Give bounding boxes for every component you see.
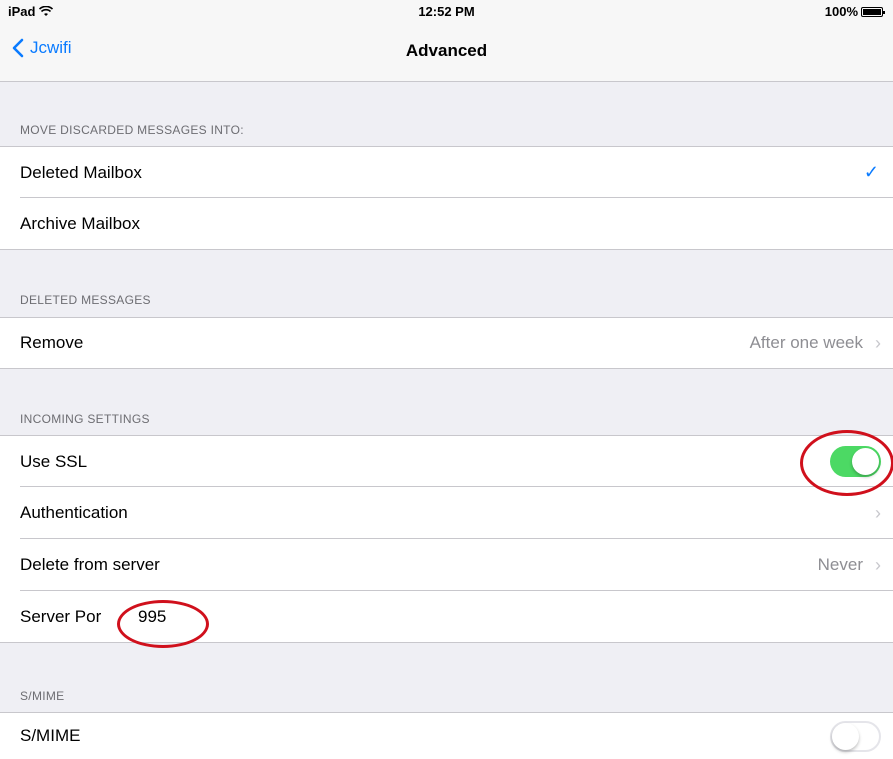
authentication-value-group: › xyxy=(875,503,881,524)
use-ssl-label: Use SSL xyxy=(20,451,88,471)
remove-value-group: After one week › xyxy=(750,333,881,354)
row-authentication[interactable]: Authentication › xyxy=(0,487,893,539)
toggle-knob xyxy=(832,722,859,750)
status-bar: iPad 12:52 PM 100% xyxy=(0,0,893,24)
row-use-ssl: Use SSL xyxy=(0,435,893,487)
server-port-label: Server Por xyxy=(20,606,102,626)
battery-icon xyxy=(861,6,885,17)
status-right: 100% xyxy=(824,4,885,19)
section-header-incoming: INCOMING SETTINGS xyxy=(20,412,150,426)
section-header-discarded: MOVE DISCARDED MESSAGES INTO: xyxy=(20,123,244,137)
delete-from-server-label: Delete from server xyxy=(20,555,160,574)
battery-percent: 100% xyxy=(824,4,858,19)
authentication-label: Authentication xyxy=(20,503,128,522)
smime-toggle[interactable] xyxy=(830,720,881,752)
server-port-input[interactable]: 995 xyxy=(138,607,166,627)
remove-label: Remove xyxy=(20,333,84,352)
checkmark-icon: ✓ xyxy=(863,162,879,182)
option-label: Archive Mailbox xyxy=(20,213,140,233)
remove-value: After one week xyxy=(749,333,863,352)
row-delete-from-server[interactable]: Delete from server Never › xyxy=(0,539,893,591)
row-smime: S/MIME xyxy=(0,712,893,759)
status-time: 12:52 PM xyxy=(418,4,475,19)
delete-from-server-value: Never xyxy=(817,555,863,574)
page-title: Advanced xyxy=(405,41,488,60)
option-deleted-mailbox[interactable]: Deleted Mailbox ✓ xyxy=(0,146,893,198)
chevron-right-icon: › xyxy=(875,554,881,575)
chevron-right-icon: › xyxy=(875,332,881,353)
toggle-knob xyxy=(852,448,879,475)
option-label: Deleted Mailbox xyxy=(20,162,142,182)
row-server-port: Server Por 995 xyxy=(0,591,893,643)
section-header-smime: S/MIME xyxy=(20,689,65,703)
use-ssl-toggle[interactable] xyxy=(830,446,881,477)
navigation-bar: Jcwifi Advanced xyxy=(0,24,893,82)
row-remove[interactable]: Remove After one week › xyxy=(0,317,893,369)
section-header-deleted-messages: DELETED MESSAGES xyxy=(20,293,151,307)
option-archive-mailbox[interactable]: Archive Mailbox xyxy=(0,198,893,250)
delete-from-server-value-group: Never › xyxy=(818,555,881,576)
smime-label: S/MIME xyxy=(20,726,81,745)
chevron-right-icon: › xyxy=(875,502,881,523)
